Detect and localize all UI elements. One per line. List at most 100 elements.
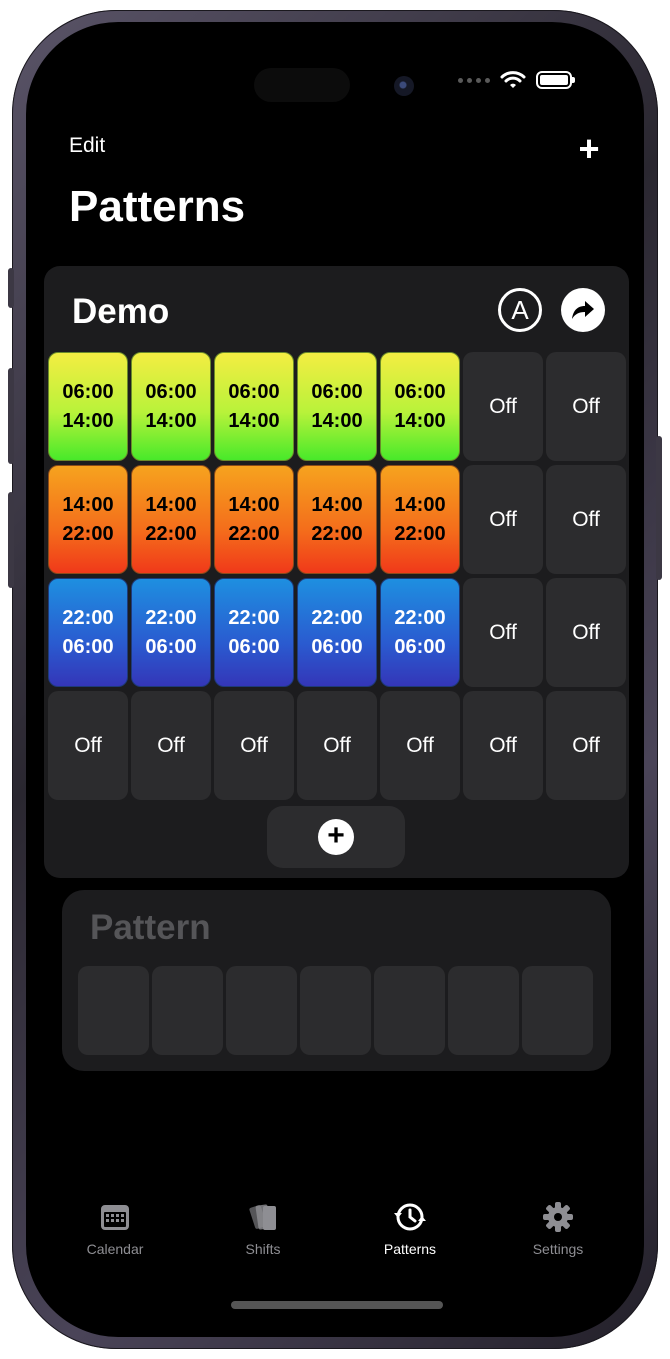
battery-icon	[536, 71, 575, 89]
shift-start-label: 14:00	[62, 493, 114, 516]
shift-cell-off[interactable]: Off	[546, 691, 626, 800]
shift-end-label: 06:00	[62, 635, 114, 658]
tab-bar: Calendar Shifts Patterns Settings	[26, 1197, 644, 1277]
shift-start-label: Off	[489, 508, 517, 531]
gear-icon	[498, 1197, 618, 1237]
shift-start-label: Off	[489, 621, 517, 644]
shift-end-label: 14:00	[394, 409, 446, 432]
side-button	[656, 436, 662, 580]
shift-start-label: Off	[489, 395, 517, 418]
shift-end-label: 14:00	[62, 409, 114, 432]
auto-assign-icon[interactable]: A	[498, 288, 542, 332]
pattern-slot	[152, 966, 223, 1055]
add-week-button[interactable]: +	[267, 806, 405, 868]
shift-cell-orange[interactable]: 14:00 22:00	[380, 465, 460, 574]
shift-cell-orange[interactable]: 14:00 22:00	[214, 465, 294, 574]
shift-cell-blue[interactable]: 22:00 06:00	[297, 578, 377, 687]
calendar-icon	[55, 1197, 175, 1237]
pattern-slot	[448, 966, 519, 1055]
shift-cell-off[interactable]: Off	[380, 691, 460, 800]
status-bar	[458, 70, 575, 90]
shift-start-label: 06:00	[311, 380, 363, 403]
tab-calendar[interactable]: Calendar	[55, 1197, 175, 1257]
shift-start-label: Off	[572, 395, 600, 418]
shift-start-label: Off	[406, 734, 434, 757]
shift-end-label: 22:00	[228, 522, 280, 545]
shift-cell-off[interactable]: Off	[546, 352, 626, 461]
plus-circle-icon: +	[318, 819, 354, 855]
tab-patterns[interactable]: Patterns	[350, 1197, 470, 1257]
shift-start-label: 22:00	[62, 606, 114, 629]
pattern-slot	[522, 966, 593, 1055]
shift-start-label: 06:00	[394, 380, 446, 403]
shift-cell-blue[interactable]: 22:00 06:00	[48, 578, 128, 687]
shift-start-label: Off	[157, 734, 185, 757]
shift-grid: 06:00 14:00 06:00 14:00 06:00 14:00 06:00 14:00…	[48, 352, 626, 800]
shift-start-label: 14:00	[394, 493, 446, 516]
shift-start-label: 22:00	[394, 606, 446, 629]
shift-cell-orange[interactable]: 14:00 22:00	[131, 465, 211, 574]
shift-end-label: 22:00	[311, 522, 363, 545]
shift-cell-blue[interactable]: 22:00 06:00	[214, 578, 294, 687]
screen: Edit + Patterns Demo A 06:00 14:00 06:00 14…	[26, 22, 644, 1337]
shift-cell-green[interactable]: 06:00 14:00	[214, 352, 294, 461]
shift-cell-green[interactable]: 06:00 14:00	[48, 352, 128, 461]
shift-cell-green[interactable]: 06:00 14:00	[297, 352, 377, 461]
shift-end-label: 22:00	[62, 522, 114, 545]
patterns-icon	[350, 1197, 470, 1237]
shift-start-label: 14:00	[311, 493, 363, 516]
shifts-icon	[203, 1197, 323, 1237]
shift-end-label: 06:00	[394, 635, 446, 658]
side-button	[8, 268, 14, 308]
shift-cell-orange[interactable]: 14:00 22:00	[297, 465, 377, 574]
edit-button[interactable]: Edit	[69, 134, 105, 158]
pattern-placeholder-card[interactable]: Pattern	[62, 890, 611, 1071]
shift-start-label: 14:00	[228, 493, 280, 516]
shift-cell-orange[interactable]: 14:00 22:00	[48, 465, 128, 574]
tab-label: Shifts	[245, 1241, 281, 1257]
shift-start-label: 06:00	[62, 380, 114, 403]
tab-settings[interactable]: Settings	[498, 1197, 618, 1257]
forward-arrow-icon	[572, 301, 594, 319]
shift-end-label: 06:00	[311, 635, 363, 658]
side-button	[8, 492, 14, 588]
shift-cell-off[interactable]: Off	[214, 691, 294, 800]
shift-end-label: 14:00	[311, 409, 363, 432]
shift-start-label: Off	[240, 734, 268, 757]
shift-cell-green[interactable]: 06:00 14:00	[131, 352, 211, 461]
shift-cell-off[interactable]: Off	[463, 465, 543, 574]
shift-start-label: Off	[572, 734, 600, 757]
share-icon[interactable]	[561, 288, 605, 332]
tab-label: Calendar	[86, 1241, 144, 1257]
tab-shifts[interactable]: Shifts	[203, 1197, 323, 1257]
shift-cell-off[interactable]: Off	[546, 465, 626, 574]
pattern-card-title[interactable]: Demo	[72, 292, 169, 332]
shift-start-label: Off	[572, 508, 600, 531]
shift-cell-off[interactable]: Off	[463, 352, 543, 461]
shift-cell-off[interactable]: Off	[131, 691, 211, 800]
pattern-slot	[300, 966, 371, 1055]
shift-start-label: 06:00	[228, 380, 280, 403]
shift-cell-green[interactable]: 06:00 14:00	[380, 352, 460, 461]
page-title: Patterns	[69, 182, 246, 231]
shift-end-label: 06:00	[145, 635, 197, 658]
dynamic-island	[254, 68, 350, 102]
shift-cell-off[interactable]: Off	[48, 691, 128, 800]
add-pattern-button[interactable]: +	[574, 131, 604, 167]
signal-icon	[458, 77, 490, 83]
shift-cell-off[interactable]: Off	[463, 578, 543, 687]
shift-cell-off[interactable]: Off	[546, 578, 626, 687]
shift-cell-blue[interactable]: 22:00 06:00	[380, 578, 460, 687]
shift-cell-off[interactable]: Off	[297, 691, 377, 800]
pattern-placeholder-title: Pattern	[90, 908, 211, 947]
shift-cell-off[interactable]: Off	[463, 691, 543, 800]
shift-start-label: 22:00	[311, 606, 363, 629]
shift-cell-blue[interactable]: 22:00 06:00	[131, 578, 211, 687]
shift-end-label: 06:00	[228, 635, 280, 658]
pattern-slot	[226, 966, 297, 1055]
pattern-slot	[78, 966, 149, 1055]
shift-start-label: Off	[489, 734, 517, 757]
shift-start-label: Off	[323, 734, 351, 757]
home-indicator	[231, 1301, 443, 1309]
side-button	[8, 368, 14, 464]
